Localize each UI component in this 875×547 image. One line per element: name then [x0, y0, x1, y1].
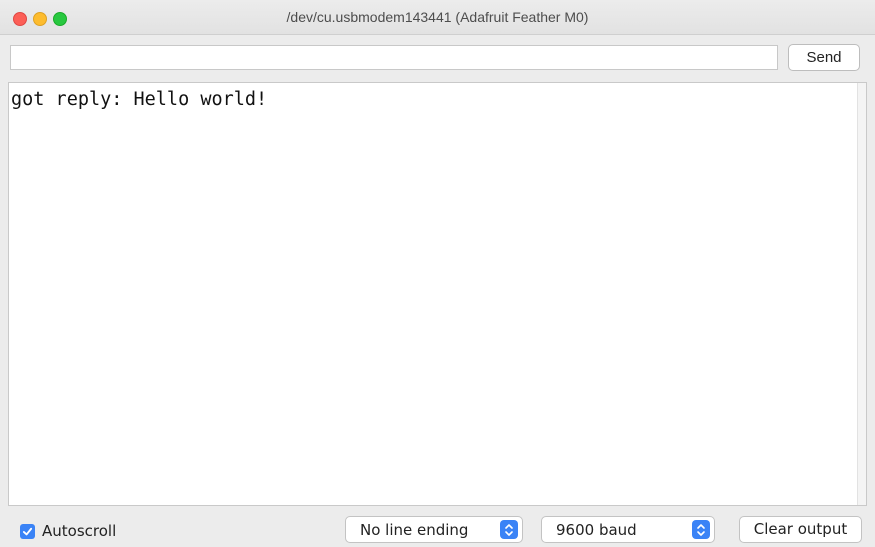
send-row: Send: [0, 35, 875, 81]
autoscroll-label: Autoscroll: [42, 522, 117, 540]
baud-rate-value: 9600 baud: [556, 521, 637, 539]
clear-output-button[interactable]: Clear output: [739, 516, 862, 543]
output-scrollbar[interactable]: [857, 83, 866, 505]
send-button[interactable]: Send: [788, 44, 860, 71]
window-title: /dev/cu.usbmodem143441 (Adafruit Feather…: [286, 9, 589, 25]
output-line: got reply: Hello world!: [11, 89, 268, 110]
baud-rate-select[interactable]: 9600 baud: [541, 516, 715, 543]
serial-send-input[interactable]: [10, 45, 778, 70]
title-bar[interactable]: /dev/cu.usbmodem143441 (Adafruit Feather…: [0, 0, 875, 35]
checkmark-icon: [22, 527, 33, 535]
line-ending-select[interactable]: No line ending: [345, 516, 523, 543]
line-ending-value: No line ending: [360, 521, 469, 539]
autoscroll-checkbox[interactable]: [20, 523, 35, 539]
chevron-up-down-icon: [500, 520, 518, 539]
autoscroll-toggle[interactable]: Autoscroll: [20, 522, 116, 540]
chevron-up-down-icon: [692, 520, 710, 539]
serial-output-area[interactable]: got reply: Hello world!: [8, 82, 867, 506]
footer-bar: Autoscroll No line ending 9600 baud Clea…: [0, 508, 875, 547]
serial-monitor-window: /dev/cu.usbmodem143441 (Adafruit Feather…: [0, 0, 875, 547]
